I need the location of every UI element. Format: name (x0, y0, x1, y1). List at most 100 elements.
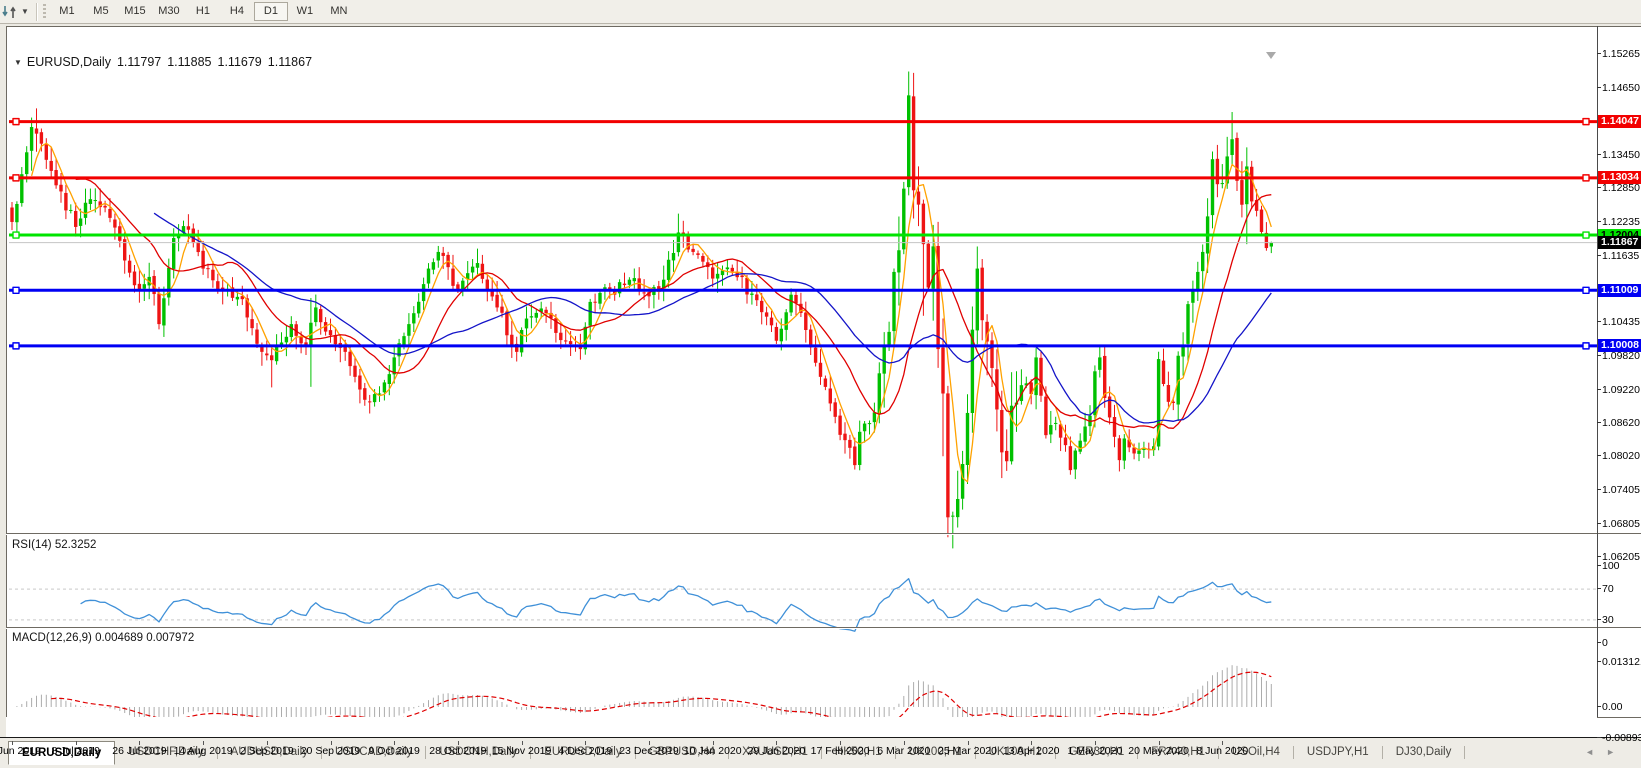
date-tick-label: 8 Jun 2020 (1196, 745, 1249, 757)
macd-indicator-label: MACD(12,26,9) 0.004689 0.007972 (12, 632, 195, 644)
date-tick-mark (649, 741, 650, 745)
date-tick-mark (1094, 741, 1096, 745)
date-tick-mark (12, 741, 13, 745)
rsi-tick-mark (1597, 642, 1601, 643)
quote-close: 1.11867 (267, 55, 313, 69)
time-axis[interactable] (6, 717, 1597, 737)
chart-window: ▼ EURUSD,Daily 1.11797 1.11885 1.11679 1.1186… (0, 24, 1641, 768)
price-axis-line (1597, 26, 1598, 717)
price-tick-mark (1597, 187, 1601, 189)
price-line-tag: 1.10008 (1598, 339, 1641, 353)
panel-separator-highlight (6, 628, 1641, 629)
trading-terminal-window: ▼ M1 M5 M15 M30 H1 H4 D1 W1 MN ▼ EURUSD,Daily 1.11… (0, 0, 1641, 768)
toolbar-separator (35, 2, 37, 21)
date-tick-mark (203, 741, 205, 745)
price-tick-mark (1597, 321, 1601, 323)
price-tick-label: 1.14650 (1602, 82, 1640, 95)
price-tick-mark (1597, 53, 1601, 54)
symbol-period-label: EURUSD,Daily (26, 55, 111, 69)
rsi-tick-mark (1597, 565, 1601, 566)
price-tick-mark (1597, 87, 1601, 89)
date-tick-mark (139, 741, 141, 745)
toolbar-grip-handle[interactable] (42, 3, 46, 20)
quote-low: 1.11679 (217, 55, 262, 69)
price-tick-mark (1597, 556, 1601, 557)
price-tick-label: 1.06805 (1602, 517, 1640, 530)
rsi-tick-label: 100 (1602, 560, 1620, 572)
date-tick-mark (712, 741, 714, 745)
price-tick-label: 1.08620 (1602, 416, 1640, 429)
chart-tools-icon[interactable] (0, 3, 20, 20)
price-tick-label: 1.11635 (1602, 249, 1640, 262)
price-tick-label: 1.13450 (1602, 148, 1640, 161)
current-price-tag: 1.11867 (1598, 236, 1641, 250)
date-tick-mark (457, 741, 459, 745)
candlestick-chart-canvas[interactable] (6, 50, 1597, 741)
price-tick-mark (1597, 421, 1601, 423)
price-tick-label: 1.07405 (1602, 484, 1640, 497)
tab-scroll-arrows: ◄► (1585, 747, 1627, 757)
price-tick-mark (1597, 221, 1601, 223)
macd-tick-label: -0.008933 (1602, 731, 1641, 744)
price-tick-mark (1597, 522, 1601, 524)
price-tick-mark (1597, 489, 1601, 491)
timeframe-button-m5[interactable]: M5 (84, 2, 118, 21)
price-tick-label: 1.12235 (1602, 216, 1640, 229)
date-tick-mark (903, 741, 905, 745)
date-tick-mark (967, 741, 969, 745)
arrows-icon (2, 5, 16, 18)
macd-tick-label: 0.00 (1602, 701, 1623, 713)
price-tick-label: 1.10435 (1602, 316, 1640, 329)
price-tick-mark (1597, 388, 1601, 390)
chart-tab-dj30-daily[interactable]: DJ30,Daily (1383, 741, 1465, 763)
timeframe-button-m15[interactable]: M15 (118, 2, 152, 21)
tab-scroll-left-icon[interactable]: ◄ (1585, 747, 1606, 757)
timeframe-button-h4[interactable]: H4 (220, 2, 254, 21)
chart-shift-marker-icon (1266, 52, 1276, 59)
date-tick-mark (330, 741, 332, 745)
date-tick-mark (521, 741, 523, 745)
date-tick-mark (840, 741, 842, 745)
chart-menu-caret-icon[interactable]: ▼ (14, 58, 22, 67)
rsi-tick-label: 70 (1602, 583, 1614, 596)
price-tick-label: 1.08020 (1602, 450, 1640, 463)
timeframe-button-h1[interactable]: H1 (186, 2, 220, 21)
price-tick-label: 1.09220 (1602, 383, 1640, 396)
tab-scroll-right-icon[interactable]: ► (1606, 747, 1627, 757)
macd-tick-label: 0.013121 (1602, 655, 1641, 668)
date-tick-mark (1031, 741, 1033, 745)
macd-tick-mark (1597, 706, 1601, 707)
chart-quote-line: ▼ EURUSD,Daily 1.11797 1.11885 1.11679 1.1186… (14, 55, 318, 69)
price-tick-mark (1597, 355, 1601, 357)
timeframe-button-m30[interactable]: M30 (152, 2, 186, 21)
rsi-tick-label: 30 (1602, 613, 1614, 626)
quote-open: 1.11797 (116, 55, 162, 69)
date-tick-mark (776, 741, 778, 745)
timeframe-button-d1[interactable]: D1 (253, 2, 288, 21)
date-tick-mark (1222, 741, 1224, 745)
price-tick-mark (1597, 254, 1601, 256)
rsi-tick-mark (1597, 588, 1601, 590)
date-tick-mark (394, 741, 396, 745)
panel-separator-highlight (6, 534, 1641, 535)
price-tick-mark (1597, 455, 1601, 457)
date-tick-mark (75, 741, 77, 745)
chart-tab-usdjpy-h1[interactable]: USDJPY,H1 (1294, 741, 1382, 763)
date-tick-mark (585, 741, 587, 745)
macd-tick-mark (1597, 736, 1601, 738)
rsi-indicator-label: RSI(14) 52.3252 (12, 539, 97, 551)
timeframe-button-m1[interactable]: M1 (50, 2, 84, 21)
quote-high: 1.11885 (167, 55, 212, 69)
date-tick-mark (266, 741, 268, 745)
macd-tick-mark (1597, 660, 1601, 662)
date-tick-mark (1158, 741, 1160, 745)
price-line-tag: 1.14047 (1598, 115, 1641, 129)
timeframe-button-group: M1 M5 M15 M30 H1 H4 D1 W1 MN (50, 2, 356, 21)
timeframe-button-mn[interactable]: MN (322, 2, 356, 21)
timeframe-button-w1[interactable]: W1 (288, 2, 322, 21)
toolbar-dropdown-caret-icon[interactable]: ▼ (20, 7, 33, 16)
rsi-tick-label: 0 (1602, 637, 1608, 649)
price-line-tag: 1.11009 (1598, 283, 1641, 297)
timeframe-toolbar: ▼ M1 M5 M15 M30 H1 H4 D1 W1 MN (0, 0, 1641, 24)
price-line-tag: 1.13034 (1598, 171, 1641, 185)
